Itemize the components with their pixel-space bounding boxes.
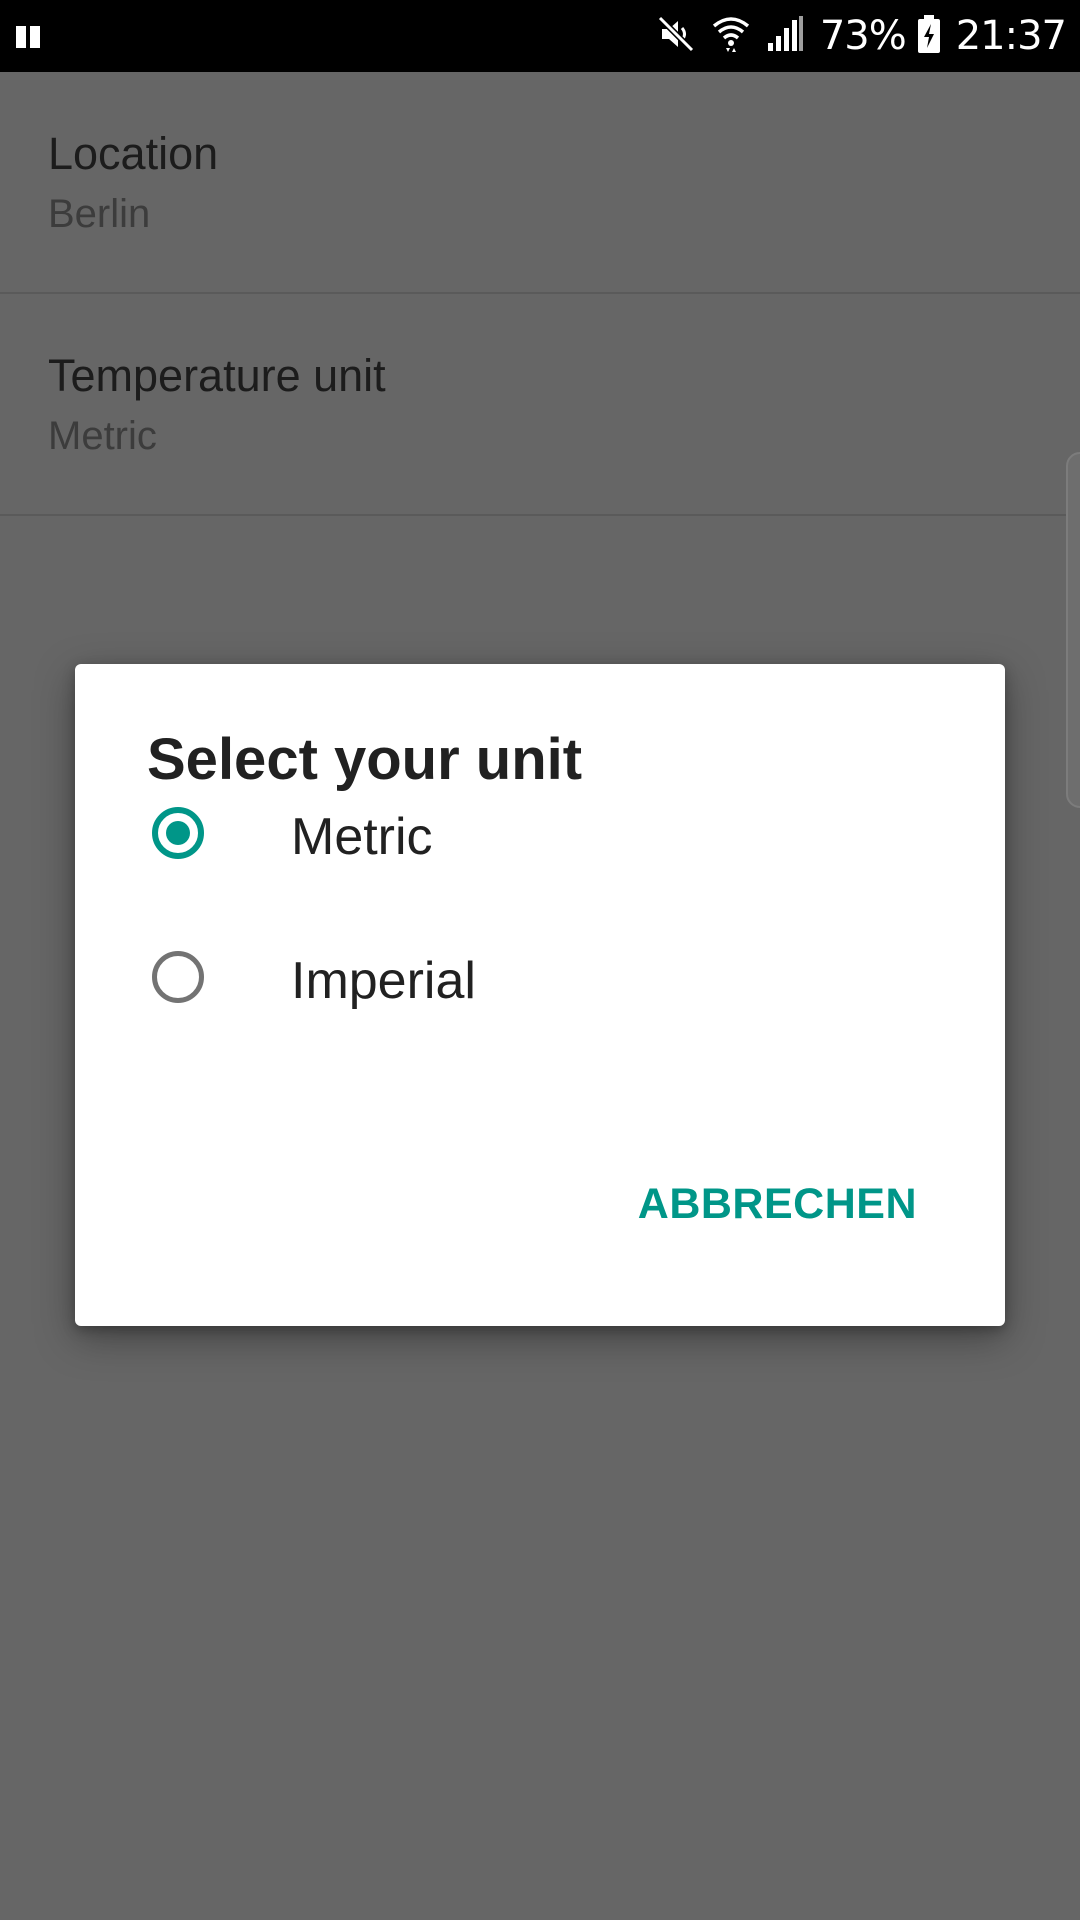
settings-list: Location Berlin Temperature unit Metric [0,72,1080,516]
unit-dialog: Select your unit Metric Imperial ABBRECH… [75,664,1005,1326]
battery-percent: 73% [819,13,907,59]
preference-title: Temperature unit [48,350,386,401]
preference-summary: Metric [48,414,157,458]
radio-option-label: Imperial [291,952,476,1010]
battery-charging-icon [916,14,942,59]
radio-unchecked-icon[interactable] [152,951,204,1003]
notification-paused-icon [16,26,42,48]
clock: 21:37 [955,13,1067,59]
radio-option-imperial[interactable]: Imperial [75,915,1005,1045]
cancel-button[interactable]: ABBRECHEN [626,1164,929,1244]
radio-option-label: Metric [291,808,433,866]
status-icons: 73% 21:37 [656,0,1067,72]
preference-title: Location [48,128,219,179]
scroll-handle[interactable] [1066,452,1080,808]
cell-signal-icon [766,15,804,57]
preference-temperature-unit[interactable]: Temperature unit Metric [0,294,1080,516]
preference-location[interactable]: Location Berlin [0,72,1080,294]
status-bar: 73% 21:37 [0,0,1080,72]
mute-icon [656,14,696,59]
radio-checked-icon[interactable] [152,807,204,859]
preference-summary: Berlin [48,192,151,236]
wifi-icon [712,14,750,59]
radio-option-metric[interactable]: Metric [75,771,1005,901]
